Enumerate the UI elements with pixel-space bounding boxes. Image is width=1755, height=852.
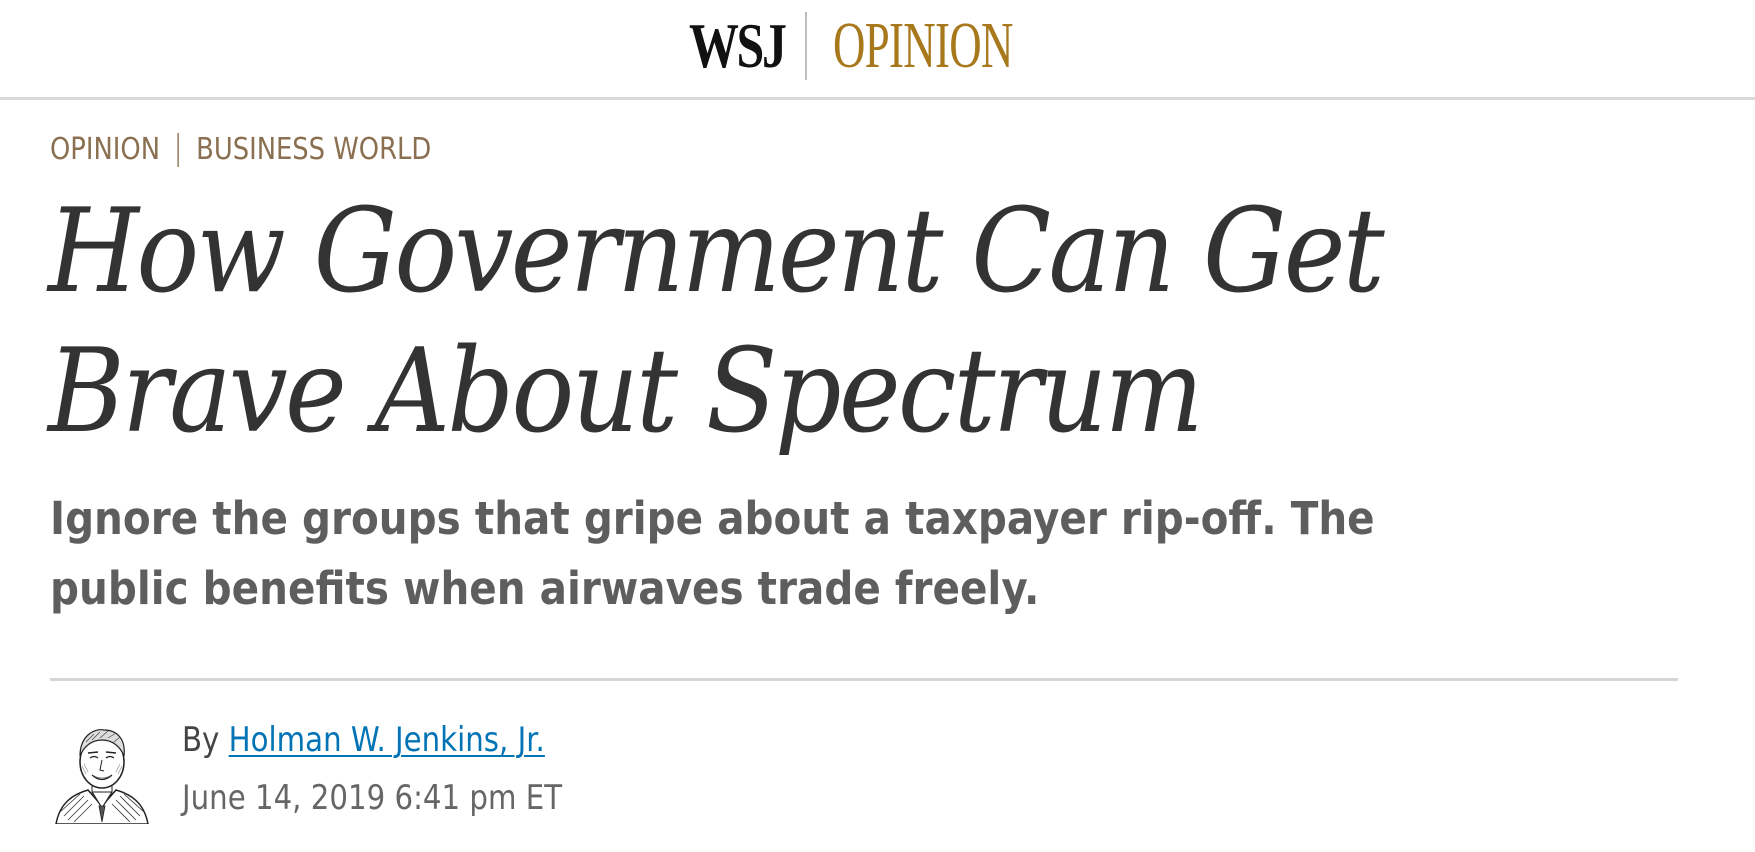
author-portrait-icon — [55, 729, 149, 824]
opinion-section-link[interactable]: OPINION — [833, 13, 1013, 79]
masthead-divider — [804, 12, 807, 80]
article-byline: By Holman W. Jenkins, Jr. — [182, 720, 545, 760]
author-name-link[interactable]: Holman W. Jenkins, Jr. — [229, 720, 545, 760]
masthead-brand-row: WSJ OPINION — [0, 6, 1755, 86]
article-timestamp: June 14, 2019 6:41 pm ET — [182, 778, 563, 818]
section-flashline: OPINION BUSINESS WORLD — [50, 132, 431, 167]
flashline-divider — [177, 132, 179, 167]
article-dek: Ignore the groups that gripe about a tax… — [50, 492, 1375, 615]
article-headline: How Government Can Get Brave About Spect… — [48, 184, 1385, 459]
author-avatar[interactable] — [54, 718, 150, 824]
byline-divider — [50, 678, 1678, 681]
wsj-logo-link[interactable]: WSJ — [689, 14, 787, 78]
flashline-column-link[interactable]: BUSINESS WORLD — [196, 132, 431, 167]
flashline-section-link[interactable]: OPINION — [50, 132, 160, 167]
masthead: WSJ OPINION — [0, 0, 1755, 100]
byline-prefix: By — [182, 720, 220, 760]
